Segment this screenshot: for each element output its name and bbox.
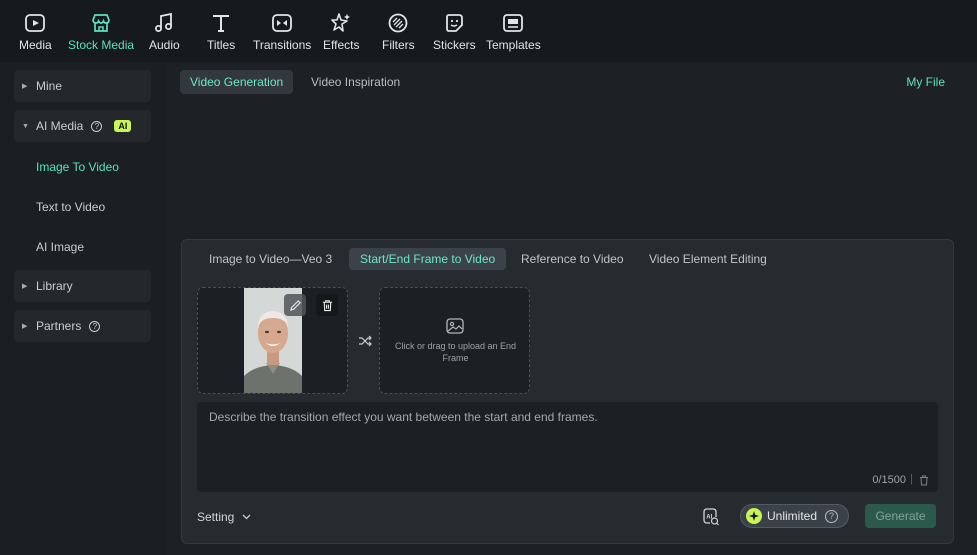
- sidebar-item-ai-media[interactable]: ▼ AI Media ? AI: [14, 110, 151, 142]
- sparkle-credit-icon: [746, 508, 762, 524]
- toolbar-templates[interactable]: Templates: [486, 12, 541, 58]
- toolbar-audio-label: Audio: [149, 38, 180, 52]
- title-t-icon: [210, 12, 232, 34]
- expand-arrow-icon: ▶: [22, 283, 28, 290]
- ai-badge: AI: [114, 120, 132, 132]
- sidebar-item-ai-image[interactable]: AI Image: [36, 240, 84, 254]
- sidebar-item-mine-label: Mine: [36, 79, 63, 93]
- ai-enhance-icon[interactable]: AI: [700, 506, 720, 526]
- delete-trash-icon[interactable]: [316, 294, 338, 316]
- counter-divider: |: [910, 473, 913, 485]
- sparkle-star-icon: [330, 12, 352, 34]
- setting-label: Setting: [197, 510, 235, 524]
- tab-reference-to-video[interactable]: Reference to Video: [510, 248, 635, 270]
- clear-trash-icon[interactable]: [919, 475, 929, 486]
- character-counter: 0/1500: [872, 474, 906, 486]
- generate-button[interactable]: Generate: [865, 504, 936, 528]
- end-frame-upload[interactable]: Click or drag to upload an End Frame: [379, 287, 530, 394]
- sidebar-item-image-to-video[interactable]: Image To Video: [36, 160, 119, 174]
- toolbar-effects-label: Effects: [323, 38, 360, 52]
- chevron-down-icon: [242, 514, 251, 520]
- sidebar-item-ai-media-label: AI Media: [36, 119, 84, 133]
- start-frame-slot[interactable]: [197, 287, 348, 394]
- toolbar-titles[interactable]: Titles: [207, 12, 235, 58]
- swap-frames-icon[interactable]: [358, 334, 372, 348]
- toolbar-stickers[interactable]: Stickers: [433, 12, 476, 58]
- toolbar-media[interactable]: Media: [19, 12, 52, 58]
- sidebar-item-partners[interactable]: ▶ Partners ?: [14, 310, 151, 342]
- tab-video-generation[interactable]: Video Generation: [180, 70, 294, 94]
- sidebar-item-text-to-video[interactable]: Text to Video: [36, 200, 105, 214]
- toolbar-stock-media[interactable]: Stock Media: [68, 12, 134, 58]
- my-file-link[interactable]: My File: [906, 75, 945, 89]
- unlimited-label: Unlimited: [767, 509, 818, 523]
- store-icon: [90, 12, 112, 34]
- media-icon: [24, 12, 46, 34]
- tab-video-inspiration[interactable]: Video Inspiration: [301, 70, 410, 94]
- collapse-arrow-icon: ▼: [22, 122, 29, 130]
- toolbar-media-label: Media: [19, 38, 52, 52]
- setting-dropdown[interactable]: Setting: [197, 510, 251, 524]
- image-upload-icon: [446, 318, 464, 334]
- toolbar-stickers-label: Stickers: [433, 38, 476, 52]
- transitions-icon: [271, 12, 293, 34]
- toolbar-templates-label: Templates: [486, 38, 541, 52]
- toolbar-transitions[interactable]: Transitions: [253, 12, 311, 58]
- tab-video-element-editing[interactable]: Video Element Editing: [638, 248, 778, 270]
- tab-start-end-frame[interactable]: Start/End Frame to Video: [349, 248, 507, 270]
- sidebar-item-library-label: Library: [36, 279, 73, 293]
- expand-arrow-icon: ▶: [22, 83, 28, 90]
- transition-prompt-input[interactable]: [197, 402, 938, 472]
- templates-icon: [502, 12, 524, 34]
- filters-icon: [387, 12, 409, 34]
- edit-pencil-icon[interactable]: [284, 294, 306, 316]
- toolbar-effects[interactable]: Effects: [323, 12, 359, 58]
- sidebar: ▶ Mine ▼ AI Media ? AI Image To Video Te…: [0, 62, 166, 555]
- sidebar-item-library[interactable]: ▶ Library: [14, 270, 151, 302]
- music-note-icon: [153, 12, 175, 34]
- help-icon[interactable]: ?: [825, 509, 839, 523]
- help-icon[interactable]: ?: [89, 320, 101, 332]
- toolbar-filters-label: Filters: [382, 38, 415, 52]
- toolbar-titles-label: Titles: [207, 38, 236, 52]
- top-toolbar: Media Stock Media Audio Titles Transitio…: [0, 0, 977, 62]
- unlimited-credits-pill[interactable]: Unlimited ?: [740, 504, 849, 528]
- end-frame-upload-text: Click or drag to upload an End Frame: [394, 341, 517, 363]
- toolbar-filters[interactable]: Filters: [382, 12, 415, 58]
- sticker-smile-icon: [443, 12, 465, 34]
- main-area: Video Generation Video Inspiration My Fi…: [166, 62, 977, 555]
- toolbar-stock-media-label: Stock Media: [68, 38, 135, 52]
- tab-image-to-video-veo3[interactable]: Image to Video—Veo 3: [198, 248, 343, 270]
- expand-arrow-icon: ▶: [22, 323, 28, 330]
- sidebar-item-mine[interactable]: ▶ Mine: [14, 70, 151, 102]
- prompt-box: 0/1500 |: [197, 402, 938, 492]
- sidebar-item-partners-label: Partners: [36, 319, 82, 333]
- generation-panel: Image to Video—Veo 3 Start/End Frame to …: [181, 239, 954, 544]
- toolbar-audio[interactable]: Audio: [149, 12, 180, 58]
- help-icon[interactable]: ?: [91, 120, 103, 132]
- toolbar-transitions-label: Transitions: [253, 38, 312, 52]
